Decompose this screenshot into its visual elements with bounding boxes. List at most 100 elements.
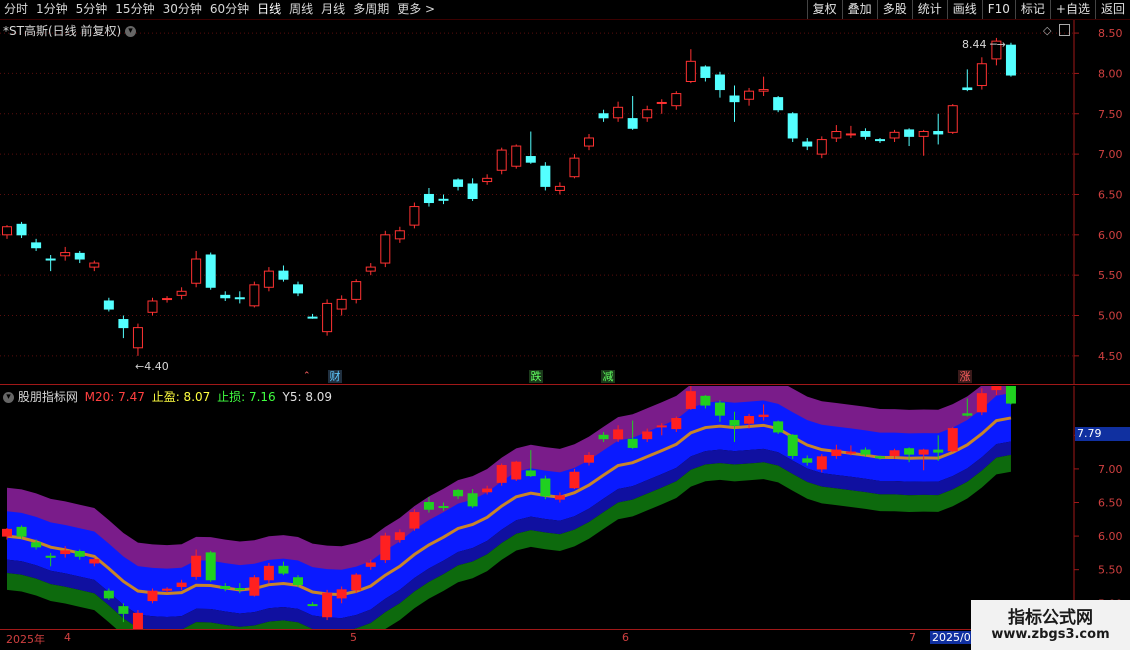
toolbar-button-4[interactable]: 画线 [946, 0, 982, 19]
period-tab-3[interactable]: 15分钟 [111, 0, 158, 19]
indicator-chart[interactable]: 7.507.006.506.005.505.00 [0, 386, 1130, 630]
indicator-tick-label: 6.50 [1098, 497, 1123, 510]
toolbar-button-2[interactable]: 多股 [876, 0, 912, 19]
candle-down [16, 223, 27, 236]
candle-down [118, 606, 129, 614]
candle-down [438, 198, 449, 201]
indicator-header: ▾ 股朋指标网 M20: 7.47 止盈: 8.07 止损: 7.16 Y5: … [3, 388, 332, 405]
event-marker-rise[interactable]: 涨 [958, 370, 972, 383]
candle-up [569, 471, 580, 489]
event-marker-reduce[interactable]: 减 [601, 370, 615, 383]
candle-down [962, 413, 973, 416]
candle-down [1005, 44, 1016, 76]
main-candlestick-chart[interactable]: 8.50 8.00 7.50 7.00 6.50 6.00 5.50 5.00 4.50 [0, 20, 1130, 385]
toolbar-button-8[interactable]: 返回 [1094, 0, 1130, 19]
candle-up [816, 139, 827, 155]
candle-up [642, 431, 653, 440]
period-tab-2[interactable]: 5分钟 [72, 0, 112, 19]
candle-up [482, 177, 493, 183]
candle-up [511, 461, 522, 480]
candle-up [511, 145, 522, 167]
candle-down [904, 448, 915, 455]
candle-down [103, 590, 114, 599]
date-label: 5 [350, 631, 357, 644]
candle-up [656, 425, 667, 428]
candle-up [336, 589, 347, 599]
candle-down [729, 420, 740, 426]
date-label: 4 [64, 631, 71, 644]
candle-up [569, 157, 580, 178]
candle-up [845, 133, 856, 136]
candle-up [249, 284, 260, 307]
period-toolbar: 分时 1分钟 5分钟 15分钟 30分钟 60分钟 日线 周线 月线 多周期 更多 > 复权 叠加 多股… [0, 0, 1130, 20]
candle-down [423, 193, 434, 204]
event-marker-drop[interactable]: 跌 [529, 370, 543, 383]
period-tab-5[interactable]: 60分钟 [206, 0, 253, 19]
indicator-tick-label: 5.50 [1098, 564, 1123, 577]
date-label: 2025年 [6, 633, 45, 646]
toolbar-button-1[interactable]: 叠加 [841, 0, 877, 19]
candle-up [176, 290, 187, 296]
candle-up [991, 386, 1002, 391]
toolbar-button-0[interactable]: 复权 [806, 0, 842, 19]
period-tab-9[interactable]: 多周期 [349, 0, 393, 19]
price-tick-label: 7.00 [1098, 148, 1123, 161]
candle-down [540, 478, 551, 497]
diamond-icon[interactable]: ◇ [1043, 24, 1051, 37]
candle-up [191, 555, 202, 577]
date-label-selected: 2025/0 [930, 631, 973, 644]
candle-up [132, 612, 143, 630]
period-tab-8[interactable]: 月线 [317, 0, 349, 19]
period-tab-10[interactable]: 更多 > [393, 0, 439, 19]
candle-up [351, 574, 362, 591]
candle-up [496, 149, 507, 171]
period-tab-1[interactable]: 1分钟 [32, 0, 72, 19]
candle-up [365, 562, 376, 567]
candle-up [671, 93, 682, 107]
candle-down [933, 449, 944, 453]
candle-down [773, 421, 784, 433]
period-tab-4[interactable]: 30分钟 [159, 0, 206, 19]
candle-up [976, 63, 987, 87]
price-tick-label: 7.50 [1098, 108, 1123, 121]
candle-down [773, 97, 784, 111]
price-tick-label: 6.00 [1098, 229, 1123, 242]
toolbar-button-6[interactable]: 标记 [1014, 0, 1050, 19]
period-tab-0[interactable]: 分时 [0, 0, 32, 19]
indicator-tick-label: 7.00 [1098, 463, 1123, 476]
watermark-url: www.zbgs3.com [991, 627, 1110, 642]
candle-up [816, 456, 827, 470]
chevron-down-icon[interactable]: ▾ [124, 26, 136, 37]
candle-down [962, 87, 973, 91]
panel-toggle-icon[interactable] [1059, 24, 1070, 36]
toolbar-button-3[interactable]: 统计 [911, 0, 947, 19]
candle-up [263, 270, 274, 288]
candle-up [889, 131, 900, 139]
candle-down [802, 141, 813, 147]
candle-down [103, 300, 114, 310]
candle-down [875, 456, 885, 459]
m20-value: M20: 7.47 [84, 390, 145, 404]
chevron-down-icon[interactable]: ▾ [3, 392, 14, 403]
toolbar-buttons: 复权 叠加 多股 统计 画线 F10 标记 +自选 返回 [806, 0, 1130, 19]
price-tick-label: 6.50 [1098, 188, 1123, 201]
indicator-name[interactable]: 股朋指标网 [18, 390, 78, 404]
stock-title[interactable]: *ST高斯(日线 前复权) [3, 24, 121, 38]
toolbar-button-5[interactable]: F10 [981, 0, 1015, 19]
period-tab-6[interactable]: 日线 [253, 0, 285, 19]
candle-down [45, 555, 56, 558]
candle-up [685, 391, 696, 409]
candle-up [918, 131, 929, 137]
candle-down [453, 179, 464, 187]
period-tab-7[interactable]: 周线 [285, 0, 317, 19]
candle-down [467, 183, 478, 199]
event-marker-report[interactable]: 财 [328, 370, 342, 383]
candle-up [176, 582, 187, 587]
toolbar-button-7[interactable]: +自选 [1049, 0, 1095, 19]
candle-up [744, 90, 755, 100]
candle-up [2, 226, 12, 236]
candle-up [2, 528, 12, 537]
current-price-tag: 7.79 [1075, 427, 1130, 441]
candle-down [598, 113, 609, 119]
candle-down [729, 95, 740, 103]
